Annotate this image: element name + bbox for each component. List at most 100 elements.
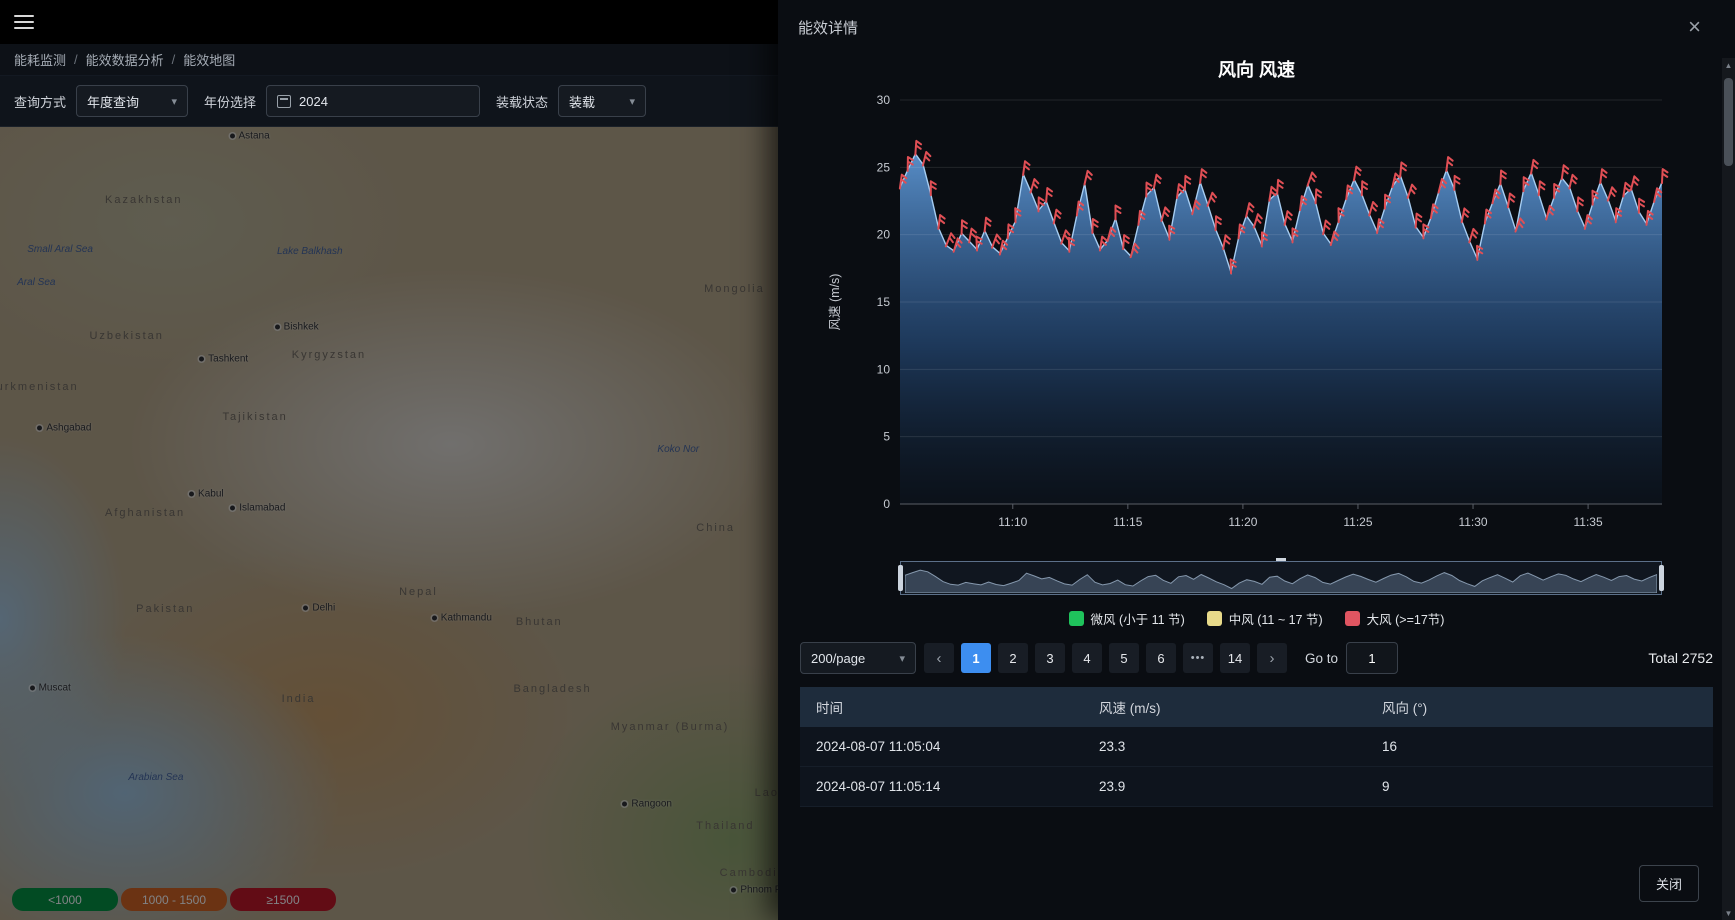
map-label-text: Delhi bbox=[312, 602, 335, 613]
table-header-cell: 风速 (m/s) bbox=[1083, 687, 1366, 727]
map-label-text: Muscat bbox=[39, 682, 71, 693]
hamburger-menu-icon[interactable] bbox=[14, 15, 34, 29]
goto-label: Go to bbox=[1305, 651, 1338, 666]
page-button[interactable]: 2 bbox=[998, 643, 1028, 673]
map-label-city: Tashkent bbox=[199, 354, 248, 365]
city-dot-icon bbox=[230, 506, 235, 511]
map-labels-layer: AstanaKazakhstanSmall Aral SeaAral SeaLa… bbox=[0, 127, 778, 920]
map-label-city: Kabul bbox=[189, 489, 224, 500]
map-label-text: Laos bbox=[755, 787, 778, 799]
map-legend-item: <1000 bbox=[12, 888, 118, 911]
map-label-country: Afghanistan bbox=[105, 503, 185, 521]
map-label-text: India bbox=[282, 693, 316, 705]
page-button[interactable]: 1 bbox=[961, 643, 991, 673]
datazoom-preview bbox=[905, 563, 1657, 593]
year-value: 2024 bbox=[299, 94, 328, 109]
more-pages-icon[interactable]: ••• bbox=[1183, 643, 1213, 673]
goto-page-input[interactable] bbox=[1346, 642, 1398, 674]
legend-label: 微风 (小于 11 节) bbox=[1091, 609, 1185, 628]
breadcrumb-item[interactable]: 能耗监测 bbox=[14, 50, 66, 69]
map-label-text: Tashkent bbox=[208, 354, 248, 365]
map-label-text: Kyrgyzstan bbox=[292, 349, 366, 361]
map-label-text: Lake Balkhash bbox=[277, 246, 343, 257]
map-label-text: Myanmar (Burma) bbox=[611, 721, 730, 733]
map-legend-item: ≥1500 bbox=[230, 888, 336, 911]
datazoom-center-grip[interactable] bbox=[1276, 558, 1286, 561]
legend-label: 中风 (11 ~ 17 节) bbox=[1229, 609, 1323, 628]
datazoom-slider[interactable] bbox=[900, 561, 1662, 595]
drawer-title: 能效详情 bbox=[798, 17, 858, 38]
table-row: 2024-08-07 11:05:0423.316 bbox=[800, 727, 1713, 767]
close-icon[interactable]: × bbox=[1688, 16, 1701, 38]
breadcrumb-item[interactable]: 能效数据分析 bbox=[86, 50, 164, 69]
chart-legend: 微风 (小于 11 节) 中风 (11 ~ 17 节) 大风 (>=17节) bbox=[822, 609, 1692, 628]
page-button[interactable]: 6 bbox=[1146, 643, 1176, 673]
load-status-select[interactable]: 装载 ▾ bbox=[558, 85, 646, 117]
datazoom-right-handle[interactable] bbox=[1659, 565, 1664, 591]
city-dot-icon bbox=[303, 605, 308, 610]
chart-legend-item[interactable]: 大风 (>=17节) bbox=[1345, 609, 1445, 628]
chart-legend-item[interactable]: 微风 (小于 11 节) bbox=[1069, 609, 1185, 628]
map-label-text: Ashgabad bbox=[46, 423, 91, 434]
legend-swatch bbox=[1069, 611, 1084, 626]
svg-text:20: 20 bbox=[876, 228, 890, 242]
table-cell: 9 bbox=[1366, 767, 1713, 807]
scroll-up-arrow-icon[interactable]: ▲ bbox=[1722, 58, 1735, 72]
page-button[interactable]: 4 bbox=[1072, 643, 1102, 673]
map-label-country: Pakistan bbox=[136, 599, 194, 617]
chart-legend-item[interactable]: 中风 (11 ~ 17 节) bbox=[1207, 609, 1323, 628]
map-label-country: Thailand bbox=[696, 816, 754, 834]
map-label-text: Astana bbox=[239, 130, 270, 141]
breadcrumb-separator: / bbox=[172, 52, 176, 67]
energy-map[interactable]: AstanaKazakhstanSmall Aral SeaAral SeaLa… bbox=[0, 127, 778, 920]
map-label-text: Koko Nor bbox=[657, 444, 699, 455]
legend-swatch bbox=[1207, 611, 1222, 626]
map-label-country: Cambodia bbox=[720, 863, 778, 881]
scrollbar-thumb[interactable] bbox=[1724, 78, 1733, 166]
map-label-text: Pakistan bbox=[136, 603, 194, 615]
year-label: 年份选择 bbox=[204, 92, 256, 111]
map-label-country: Laos bbox=[755, 783, 778, 801]
next-page-button[interactable]: › bbox=[1257, 643, 1287, 673]
map-label-city: Kathmandu bbox=[432, 612, 492, 623]
page-buttons: ‹123456•••14› bbox=[924, 643, 1287, 673]
vertical-scrollbar[interactable]: ▲ ▼ bbox=[1722, 58, 1735, 920]
map-label-country: Bhutan bbox=[516, 612, 563, 630]
map-label-city: Bishkek bbox=[275, 321, 319, 332]
map-label-water: Arabian Sea bbox=[128, 767, 183, 785]
page-button[interactable]: 14 bbox=[1220, 643, 1250, 673]
map-label-text: Nepal bbox=[399, 586, 438, 598]
map-legend: <10001000 - 1500≥1500 bbox=[12, 888, 336, 911]
scroll-down-arrow-icon[interactable]: ▼ bbox=[1722, 906, 1735, 920]
map-label-text: Uzbekistan bbox=[89, 330, 163, 342]
map-label-text: Islamabad bbox=[239, 503, 285, 514]
city-dot-icon bbox=[30, 685, 35, 690]
table-cell: 23.9 bbox=[1083, 767, 1366, 807]
city-dot-icon bbox=[37, 426, 42, 431]
page-size-select[interactable]: 200/page ▾ bbox=[800, 642, 916, 674]
breadcrumb-item[interactable]: 能效地图 bbox=[183, 50, 235, 69]
map-label-text: Kathmandu bbox=[441, 612, 492, 623]
svg-text:10: 10 bbox=[876, 362, 890, 376]
city-dot-icon bbox=[275, 324, 280, 329]
table-header-cell: 风向 (°) bbox=[1366, 687, 1713, 727]
svg-text:风速 (m/s): 风速 (m/s) bbox=[828, 274, 842, 331]
map-label-country: Myanmar (Burma) bbox=[611, 717, 730, 735]
map-legend-item: 1000 - 1500 bbox=[121, 888, 227, 911]
table-header-row: 时间风速 (m/s)风向 (°) bbox=[800, 687, 1713, 727]
query-mode-select[interactable]: 年度查询 ▾ bbox=[76, 85, 188, 117]
prev-page-button[interactable]: ‹ bbox=[924, 643, 954, 673]
city-dot-icon bbox=[230, 133, 235, 138]
page-button[interactable]: 3 bbox=[1035, 643, 1065, 673]
calendar-icon bbox=[277, 95, 291, 108]
datazoom-left-handle[interactable] bbox=[898, 565, 903, 591]
filter-bar: 查询方式 年度查询 ▾ 年份选择 2024 装载状态 装载 ▾ bbox=[0, 76, 778, 127]
svg-text:11:25: 11:25 bbox=[1343, 515, 1372, 529]
breadcrumb-separator: / bbox=[74, 52, 78, 67]
breadcrumb: 能耗监测 / 能效数据分析 / 能效地图 bbox=[0, 44, 778, 76]
chart-area: 05101520253011:1011:1511:2011:2511:3011:… bbox=[822, 84, 1692, 628]
page-button[interactable]: 5 bbox=[1109, 643, 1139, 673]
map-label-country: Nepal bbox=[399, 582, 438, 600]
close-button[interactable]: 关闭 bbox=[1639, 865, 1699, 902]
year-picker[interactable]: 2024 bbox=[266, 85, 480, 117]
